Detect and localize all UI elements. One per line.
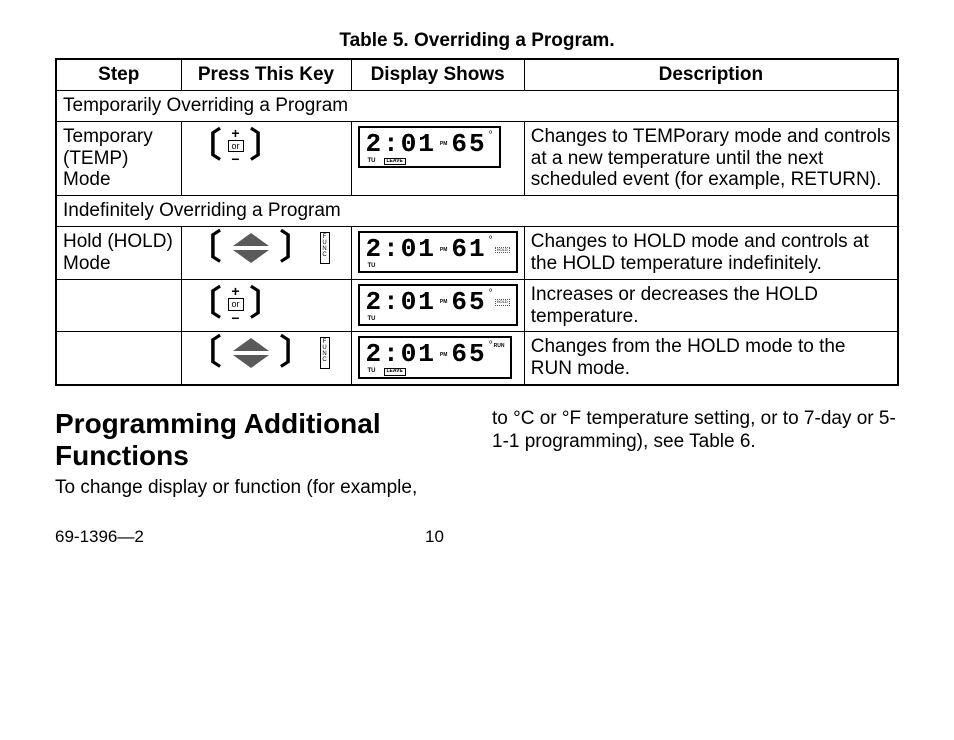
lcd-temp: 65 xyxy=(451,288,486,318)
step-cell xyxy=(56,332,181,385)
key-cell: 〔 〕 FUNC xyxy=(181,227,351,280)
display-cell: 2:01 PM 65 ° HOLD TU xyxy=(351,279,524,332)
arrow-up-icon xyxy=(233,233,269,246)
func-button-icon: FUNC xyxy=(320,232,330,264)
lcd-ampm: PM xyxy=(440,353,448,358)
lcd-day: TU xyxy=(368,158,376,166)
lcd-display: 2:01 PM 65 ° HOLD TU xyxy=(358,284,518,326)
table-row: 〔 〕 FUNC 2:01 PM 65 ° RUN xyxy=(56,332,898,385)
table-row: Temporary (TEMP) Mode 〔 + or − 〕 2:01 P xyxy=(56,121,898,196)
lcd-hold-icon: HOLD xyxy=(495,247,510,254)
minus-icon: − xyxy=(231,311,239,325)
key-plus-or-minus: 〔 + or − 〕 xyxy=(188,284,284,325)
bracket-right-icon: 〕 xyxy=(250,287,284,321)
col-desc: Description xyxy=(524,59,898,90)
lcd-leave: LEAVE xyxy=(384,158,406,166)
bracket-right-icon: 〕 xyxy=(280,336,314,370)
bracket-left-icon: 〔 xyxy=(188,336,222,370)
lcd-display: 2:01 PM 65 ° TU LEAVE xyxy=(358,126,501,169)
bracket-left-icon: 〔 xyxy=(188,231,222,265)
degree-icon: ° xyxy=(489,235,493,247)
lcd-temp: 65 xyxy=(451,130,486,160)
step-cell: Temporary (TEMP) Mode xyxy=(56,121,181,196)
degree-icon: ° xyxy=(489,130,493,142)
section-indef-override: Indefinitely Overriding a Program xyxy=(56,196,898,227)
lcd-ampm: PM xyxy=(440,142,448,147)
lcd-day: TU xyxy=(368,263,376,270)
degree-icon: ° xyxy=(489,340,493,352)
plus-icon: + xyxy=(231,126,239,140)
key-arrows-func: 〔 〕 FUNC xyxy=(188,336,330,370)
lcd-time: 2:01 xyxy=(366,235,436,265)
key-cell: 〔 + or − 〕 xyxy=(181,121,351,196)
desc-cell: Changes to TEMPorary mode and controls a… xyxy=(524,121,898,196)
desc-cell: Changes to HOLD mode and controls at the… xyxy=(524,227,898,280)
func-button-icon: FUNC xyxy=(320,337,330,369)
minus-icon: − xyxy=(231,152,239,166)
display-cell: 2:01 PM 65 ° RUN TU LEAVE xyxy=(351,332,524,385)
lcd-ampm: PM xyxy=(440,248,448,253)
lcd-hold-icon: HOLD xyxy=(495,299,510,306)
lcd-day: TU xyxy=(368,368,376,376)
key-cell: 〔 + or − 〕 xyxy=(181,279,351,332)
table-row: 〔 + or − 〕 2:01 PM 65 ° HOLD xyxy=(56,279,898,332)
body-text-left: To change display or function (for examp… xyxy=(55,477,462,500)
col-key: Press This Key xyxy=(181,59,351,90)
desc-cell: Increases or decreases the HOLD temperat… xyxy=(524,279,898,332)
arrow-down-icon xyxy=(233,355,269,368)
lcd-day: TU xyxy=(368,316,376,323)
lcd-time: 2:01 xyxy=(366,288,436,318)
lcd-time: 2:01 xyxy=(366,130,436,160)
lcd-temp: 61 xyxy=(451,235,486,265)
table-row: Hold (HOLD) Mode 〔 〕 FUNC 2:01 PM xyxy=(56,227,898,280)
table-caption: Table 5. Overriding a Program. xyxy=(55,30,899,52)
arrow-down-icon xyxy=(233,250,269,263)
lcd-leave: LEAVE xyxy=(384,368,406,376)
lcd-ampm: PM xyxy=(440,300,448,305)
key-cell: 〔 〕 FUNC xyxy=(181,332,351,385)
degree-icon: ° xyxy=(489,288,493,300)
section-temp-override: Temporarily Overriding a Program xyxy=(56,90,898,121)
arrow-up-icon xyxy=(233,338,269,351)
page-number: 10 xyxy=(425,527,444,547)
section-heading: Programming Additional Functions xyxy=(55,408,462,472)
col-display: Display Shows xyxy=(351,59,524,90)
lcd-temp: 65 xyxy=(451,340,486,370)
override-table: Step Press This Key Display Shows Descri… xyxy=(55,58,899,386)
step-cell xyxy=(56,279,181,332)
col-step: Step xyxy=(56,59,181,90)
or-label: or xyxy=(228,298,244,311)
display-cell: 2:01 PM 61 ° HOLD TU xyxy=(351,227,524,280)
key-plus-or-minus: 〔 + or − 〕 xyxy=(188,126,284,167)
lcd-run-icon: RUN xyxy=(494,344,505,350)
lcd-display: 2:01 PM 65 ° RUN TU LEAVE xyxy=(358,336,513,379)
step-cell: Hold (HOLD) Mode xyxy=(56,227,181,280)
body-text-right: to °C or °F temperature setting, or to 7… xyxy=(492,408,899,454)
bracket-right-icon: 〕 xyxy=(280,231,314,265)
display-cell: 2:01 PM 65 ° TU LEAVE xyxy=(351,121,524,196)
doc-number: 69-1396—2 xyxy=(55,527,425,547)
key-arrows-func: 〔 〕 FUNC xyxy=(188,231,330,265)
bracket-right-icon: 〕 xyxy=(250,129,284,163)
desc-cell: Changes from the HOLD mode to the RUN mo… xyxy=(524,332,898,385)
plus-icon: + xyxy=(231,284,239,298)
bracket-left-icon: 〔 xyxy=(188,287,222,321)
lcd-display: 2:01 PM 61 ° HOLD TU xyxy=(358,231,518,273)
bracket-left-icon: 〔 xyxy=(188,129,222,163)
lcd-time: 2:01 xyxy=(366,340,436,370)
